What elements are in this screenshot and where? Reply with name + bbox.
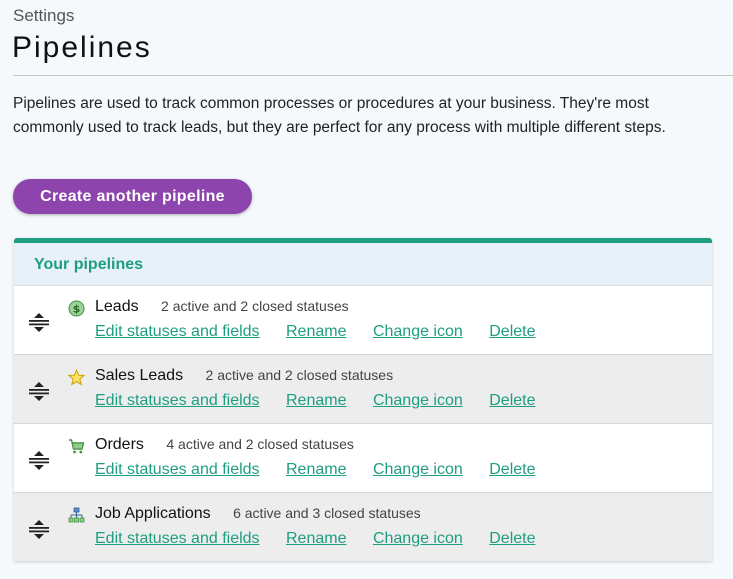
- delete-link[interactable]: Delete: [489, 323, 535, 340]
- drag-handle-icon[interactable]: [28, 518, 50, 540]
- rename-link[interactable]: Rename: [286, 323, 346, 340]
- delete-link[interactable]: Delete: [489, 530, 535, 547]
- change-icon-link[interactable]: Change icon: [373, 530, 463, 547]
- pipeline-row-sales-leads: Sales Leads 2 active and 2 closed status…: [14, 355, 712, 424]
- edit-statuses-link[interactable]: Edit statuses and fields: [95, 530, 260, 547]
- pipelines-panel: Your pipelines $ Leads 2 active and 2 cl…: [14, 238, 712, 561]
- pipeline-actions: Edit statuses and fields Rename Change i…: [95, 461, 557, 479]
- pipeline-status: 2 active and 2 closed statuses: [161, 298, 349, 314]
- svg-text:$: $: [73, 303, 81, 316]
- cart-icon: [69, 439, 85, 454]
- pipeline-title: Orders 4 active and 2 closed statuses: [95, 436, 354, 454]
- pipeline-name: Sales Leads: [95, 367, 184, 384]
- intro-text: Pipelines are used to track common proce…: [13, 95, 666, 136]
- breadcrumb[interactable]: Settings: [13, 6, 74, 26]
- delete-link[interactable]: Delete: [489, 461, 535, 478]
- pipeline-title: Job Applications 6 active and 3 closed s…: [95, 505, 421, 523]
- pipeline-title: Leads 2 active and 2 closed statuses: [95, 298, 349, 316]
- dollar-icon: $: [68, 300, 85, 317]
- rename-link[interactable]: Rename: [286, 461, 346, 478]
- change-icon-link[interactable]: Change icon: [373, 392, 463, 409]
- title-divider: [13, 75, 733, 76]
- drag-handle-icon[interactable]: [28, 311, 50, 333]
- star-icon: [68, 369, 85, 386]
- drag-handle-icon[interactable]: [28, 449, 50, 471]
- pipeline-status: 6 active and 3 closed statuses: [233, 505, 421, 521]
- rename-link[interactable]: Rename: [286, 530, 346, 547]
- create-pipeline-button[interactable]: Create another pipeline: [13, 179, 252, 214]
- pipeline-actions: Edit statuses and fields Rename Change i…: [95, 392, 557, 410]
- org-chart-icon: [68, 507, 85, 523]
- change-icon-link[interactable]: Change icon: [373, 461, 463, 478]
- edit-statuses-link[interactable]: Edit statuses and fields: [95, 392, 260, 409]
- edit-statuses-link[interactable]: Edit statuses and fields: [95, 461, 260, 478]
- pipeline-name: Job Applications: [95, 505, 211, 522]
- rename-link[interactable]: Rename: [286, 392, 346, 409]
- pipeline-actions: Edit statuses and fields Rename Change i…: [95, 530, 557, 548]
- settings-page: Settings Pipelines Pipelines are used to…: [0, 0, 733, 579]
- pipeline-row-orders: Orders 4 active and 2 closed statuses Ed…: [14, 424, 712, 493]
- edit-statuses-link[interactable]: Edit statuses and fields: [95, 323, 260, 340]
- panel-title: Your pipelines: [14, 243, 712, 286]
- pipeline-actions: Edit statuses and fields Rename Change i…: [95, 323, 557, 341]
- pipeline-name: Orders: [95, 436, 144, 453]
- drag-handle-icon[interactable]: [28, 380, 50, 402]
- pipeline-status: 4 active and 2 closed statuses: [166, 436, 354, 452]
- pipeline-status: 2 active and 2 closed statuses: [205, 367, 394, 383]
- pipeline-name: Leads: [95, 298, 139, 315]
- pipeline-row-leads: $ Leads 2 active and 2 closed statuses E…: [14, 286, 712, 355]
- delete-link[interactable]: Delete: [489, 392, 535, 409]
- page-title: Pipelines: [12, 31, 152, 64]
- change-icon-link[interactable]: Change icon: [373, 323, 463, 340]
- pipeline-row-job-applications: Job Applications 6 active and 3 closed s…: [14, 493, 712, 561]
- pipeline-title: Sales Leads 2 active and 2 closed status…: [95, 367, 393, 385]
